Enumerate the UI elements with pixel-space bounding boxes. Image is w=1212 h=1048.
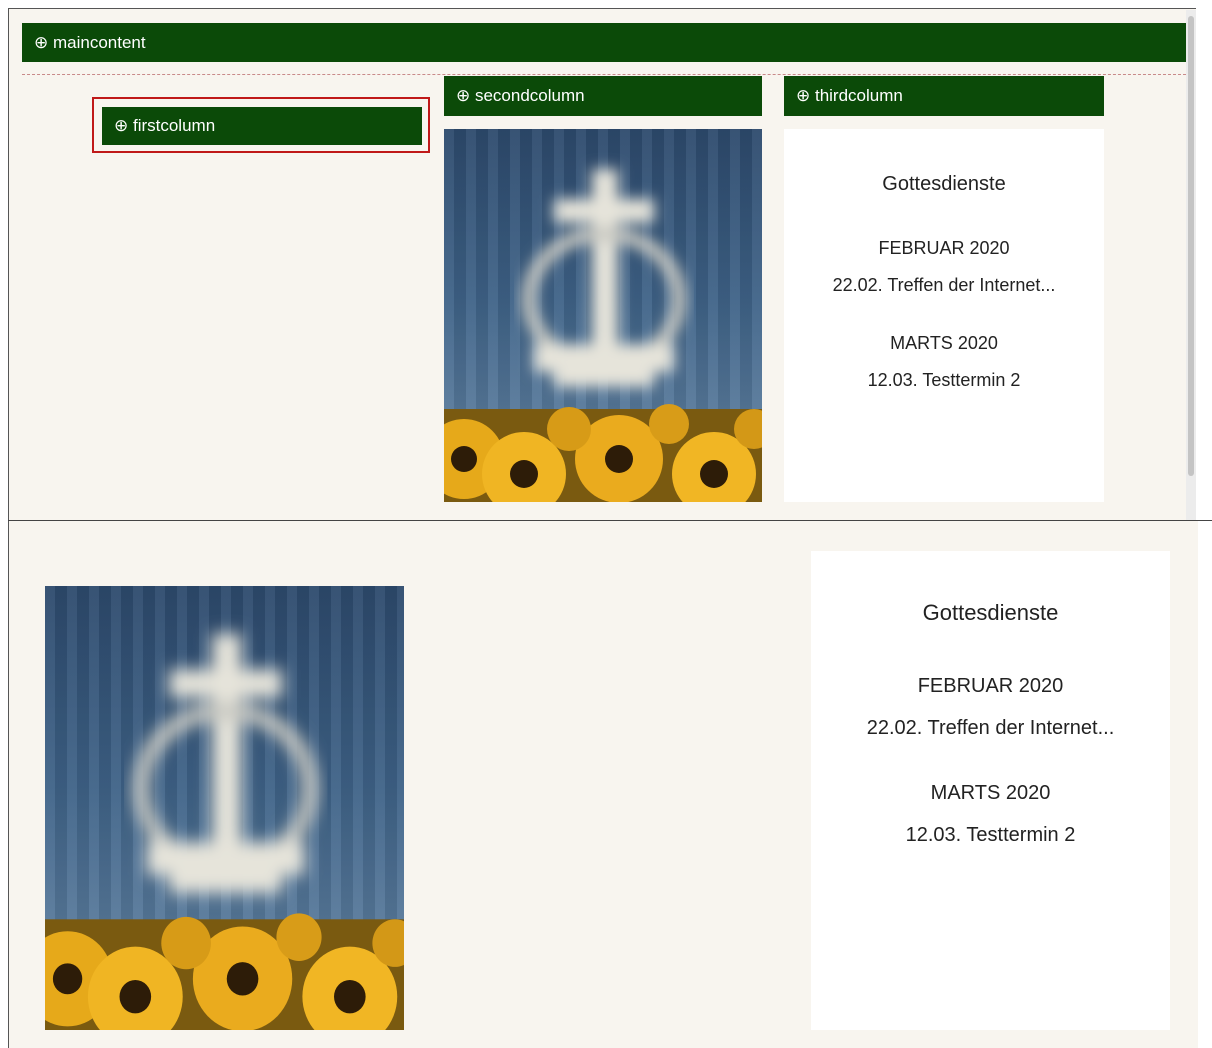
thirdcolumn-label: ⊕ thirdcolumn	[796, 86, 903, 105]
thirdcolumn-bar[interactable]: ⊕ thirdcolumn	[784, 76, 1104, 116]
scrollbar-thumb[interactable]	[1188, 16, 1194, 476]
month-heading: MARTS 2020	[890, 333, 998, 353]
events-card-title: Gottesdienste	[882, 173, 1006, 195]
maincontent-boundary	[22, 74, 1186, 75]
maincontent-bar[interactable]: ⊕ maincontent	[22, 23, 1186, 62]
event-item[interactable]: 12.03. Testtermin 2	[811, 824, 1170, 847]
event-item[interactable]: 22.02. Treffen der Internet...	[784, 275, 1104, 296]
events-card-preview[interactable]: Gottesdienste FEBRUAR 2020 22.02. Treffe…	[811, 551, 1170, 1030]
firstcolumn-bar[interactable]: ⊕ firstcolumn	[102, 107, 422, 145]
month-heading: FEBRUAR 2020	[878, 238, 1010, 258]
firstcolumn-label: ⊕ firstcolumn	[114, 116, 216, 135]
cross-emblem-icon	[444, 169, 762, 502]
cross-emblem-icon	[45, 633, 404, 1030]
event-item[interactable]: 12.03. Testtermin 2	[784, 370, 1104, 391]
church-photo-preview[interactable]	[45, 586, 404, 1030]
month-heading: FEBRUAR 2020	[917, 675, 1064, 697]
event-item[interactable]: 22.02. Treffen der Internet...	[811, 717, 1170, 740]
month-heading: MARTS 2020	[930, 782, 1051, 804]
maincontent-label: ⊕ maincontent	[34, 32, 146, 52]
secondcolumn-label: ⊕ secondcolumn	[456, 86, 585, 105]
events-card-title: Gottesdienste	[922, 600, 1059, 625]
events-card-editor[interactable]: Gottesdienste FEBRUAR 2020 22.02. Treffe…	[784, 129, 1104, 502]
church-photo-editor[interactable]	[444, 129, 762, 502]
secondcolumn-bar[interactable]: ⊕ secondcolumn	[444, 76, 762, 116]
